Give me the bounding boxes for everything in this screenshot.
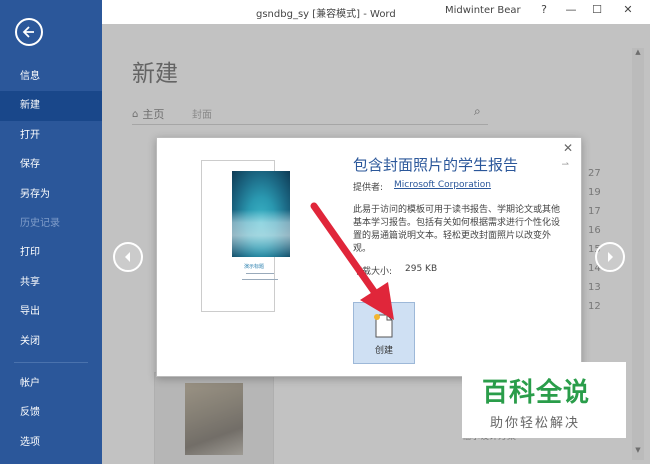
nav-item-export[interactable]: 导出: [0, 297, 102, 326]
window-title: gsndbg_sy [兼容模式] - Word: [256, 9, 396, 20]
watermark-subtitle: 助你轻松解决: [490, 416, 581, 431]
watermark-title: 百科全说: [482, 378, 591, 408]
preview-title: 演示标题: [244, 264, 265, 270]
watermark: 百科全说 助你轻松解决: [462, 362, 626, 438]
nav-item-options[interactable]: 选项: [0, 428, 102, 457]
template-title: 包含封面照片的学生报告: [353, 156, 519, 174]
nav-item-open[interactable]: 打开: [0, 121, 102, 150]
preview-text-line: [242, 279, 278, 280]
pin-icon[interactable]: ⇀: [561, 160, 569, 170]
title-bar: gsndbg_sy [兼容模式] - Word Midwinter Bear ?…: [102, 0, 650, 24]
annotation-arrow-icon: [310, 202, 394, 320]
chevron-right-icon: [608, 252, 613, 262]
nav-item-new[interactable]: 新建: [0, 91, 102, 121]
nav-item-share[interactable]: 共享: [0, 268, 102, 297]
provider-label: 提供者:: [353, 183, 384, 193]
restore-button[interactable]: ☐: [589, 3, 605, 16]
backstage-sidebar: 信息 新建 打开 保存 另存为 历史记录 打印 共享 导出 关闭 帐户 反馈 选…: [0, 0, 102, 464]
nav-item-close[interactable]: 关闭: [0, 327, 102, 356]
back-arrow-icon[interactable]: [15, 18, 43, 46]
close-window-button[interactable]: ✕: [620, 3, 636, 16]
help-button[interactable]: ?: [536, 3, 552, 16]
create-button-label: 创建: [374, 346, 393, 356]
preview-text-line: [246, 273, 274, 274]
nav-item-save[interactable]: 保存: [0, 150, 102, 179]
nav-item-account[interactable]: 帐户: [0, 369, 102, 398]
provider-link[interactable]: Microsoft Corporation: [394, 180, 491, 190]
user-name[interactable]: Midwinter Bear: [445, 5, 521, 16]
nav-divider: [14, 361, 88, 363]
next-template-button[interactable]: [595, 242, 625, 272]
nav-item-feedback[interactable]: 反馈: [0, 398, 102, 427]
minimize-button[interactable]: —: [563, 3, 579, 16]
nav-item-info[interactable]: 信息: [0, 62, 102, 91]
close-icon[interactable]: ✕: [563, 141, 573, 155]
chevron-left-icon: [125, 252, 130, 262]
template-preview: 演示标题: [201, 160, 290, 312]
previous-template-button[interactable]: [113, 242, 143, 272]
backstage-nav: 信息 新建 打开 保存 另存为 历史记录 打印 共享 导出 关闭 帐户 反馈 选…: [0, 62, 102, 457]
nav-item-save-as[interactable]: 另存为: [0, 180, 102, 209]
nav-item-print[interactable]: 打印: [0, 238, 102, 267]
nav-item-history: 历史记录: [20, 217, 60, 229]
preview-cover-highlight: [232, 171, 290, 257]
